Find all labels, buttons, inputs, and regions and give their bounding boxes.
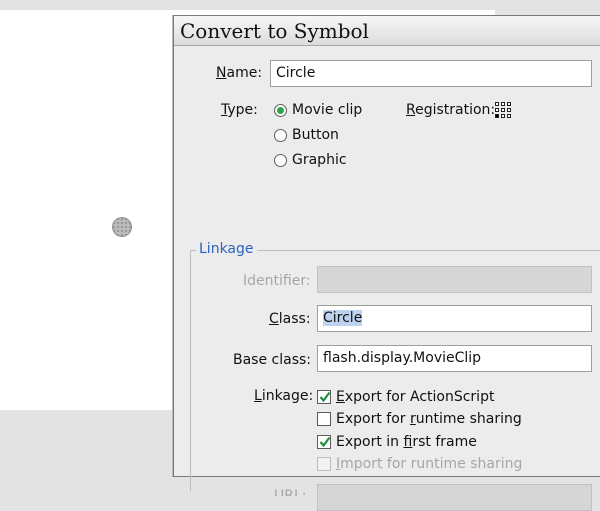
identifier-input [317,266,592,293]
registration-point-mr[interactable] [507,108,511,112]
registration-point-bl[interactable] [495,114,499,118]
class-input[interactable]: Circle [317,305,592,332]
registration-point-br[interactable] [507,114,511,118]
type-label: Type: [221,102,258,118]
export-in-first-frame-checkbox[interactable] [317,435,331,449]
checkmark-icon [319,391,331,403]
graphic-label[interactable]: Graphic [292,152,347,168]
button-radio[interactable] [274,129,287,142]
button-label[interactable]: Button [292,127,339,143]
registration-point-ml[interactable] [495,108,499,112]
import-for-runtime-sharing-checkbox [317,457,331,471]
base-class-label: Base class: [233,352,312,368]
registration-point-bc[interactable] [501,114,505,118]
checkmark-icon [319,436,331,448]
export-for-runtime-sharing-checkbox[interactable] [317,412,331,426]
export-for-actionscript-label[interactable]: Export for ActionScript [336,389,494,405]
registration-label: Registration: [406,102,496,118]
name-input[interactable]: Circle [270,60,592,87]
registration-grid[interactable] [495,102,511,118]
convert-to-symbol-dialog: Convert to Symbol Name: Circle Type: Mov… [173,15,600,511]
registration-point-mc[interactable] [501,108,505,112]
identifier-label: Identifier: [243,273,311,289]
canvas-top-strip [0,0,600,10]
movie-clip-label[interactable]: Movie clip [292,102,362,118]
registration-point-tl[interactable] [495,102,499,106]
registration-point-tc[interactable] [501,102,505,106]
class-input-selection: Circle [323,310,363,326]
url-label: URL: [274,488,307,496]
linkage-group-legend: Linkage [196,241,257,257]
dialog-content: Name: Circle Type: Movie clip Button Gra… [174,46,600,511]
dialog-titlebar[interactable]: Convert to Symbol [174,16,600,46]
graphic-radio[interactable] [274,154,287,167]
export-in-first-frame-label[interactable]: Export in first frame [336,434,477,450]
name-label: Name: [216,65,263,81]
export-for-actionscript-checkbox[interactable] [317,390,331,404]
export-for-runtime-sharing-label[interactable]: Export for runtime sharing [336,411,522,427]
base-class-input[interactable]: flash.display.MovieClip [317,345,592,372]
linkage-label: Linkage: [254,388,314,404]
circle-symbol-object[interactable] [112,217,132,237]
import-for-runtime-sharing-label: Import for runtime sharing [336,456,523,472]
class-label: Class: [269,311,311,327]
dialog-title: Convert to Symbol [180,19,369,43]
movie-clip-radio[interactable] [274,104,287,117]
registration-point-tr[interactable] [507,102,511,106]
url-input [317,484,592,511]
